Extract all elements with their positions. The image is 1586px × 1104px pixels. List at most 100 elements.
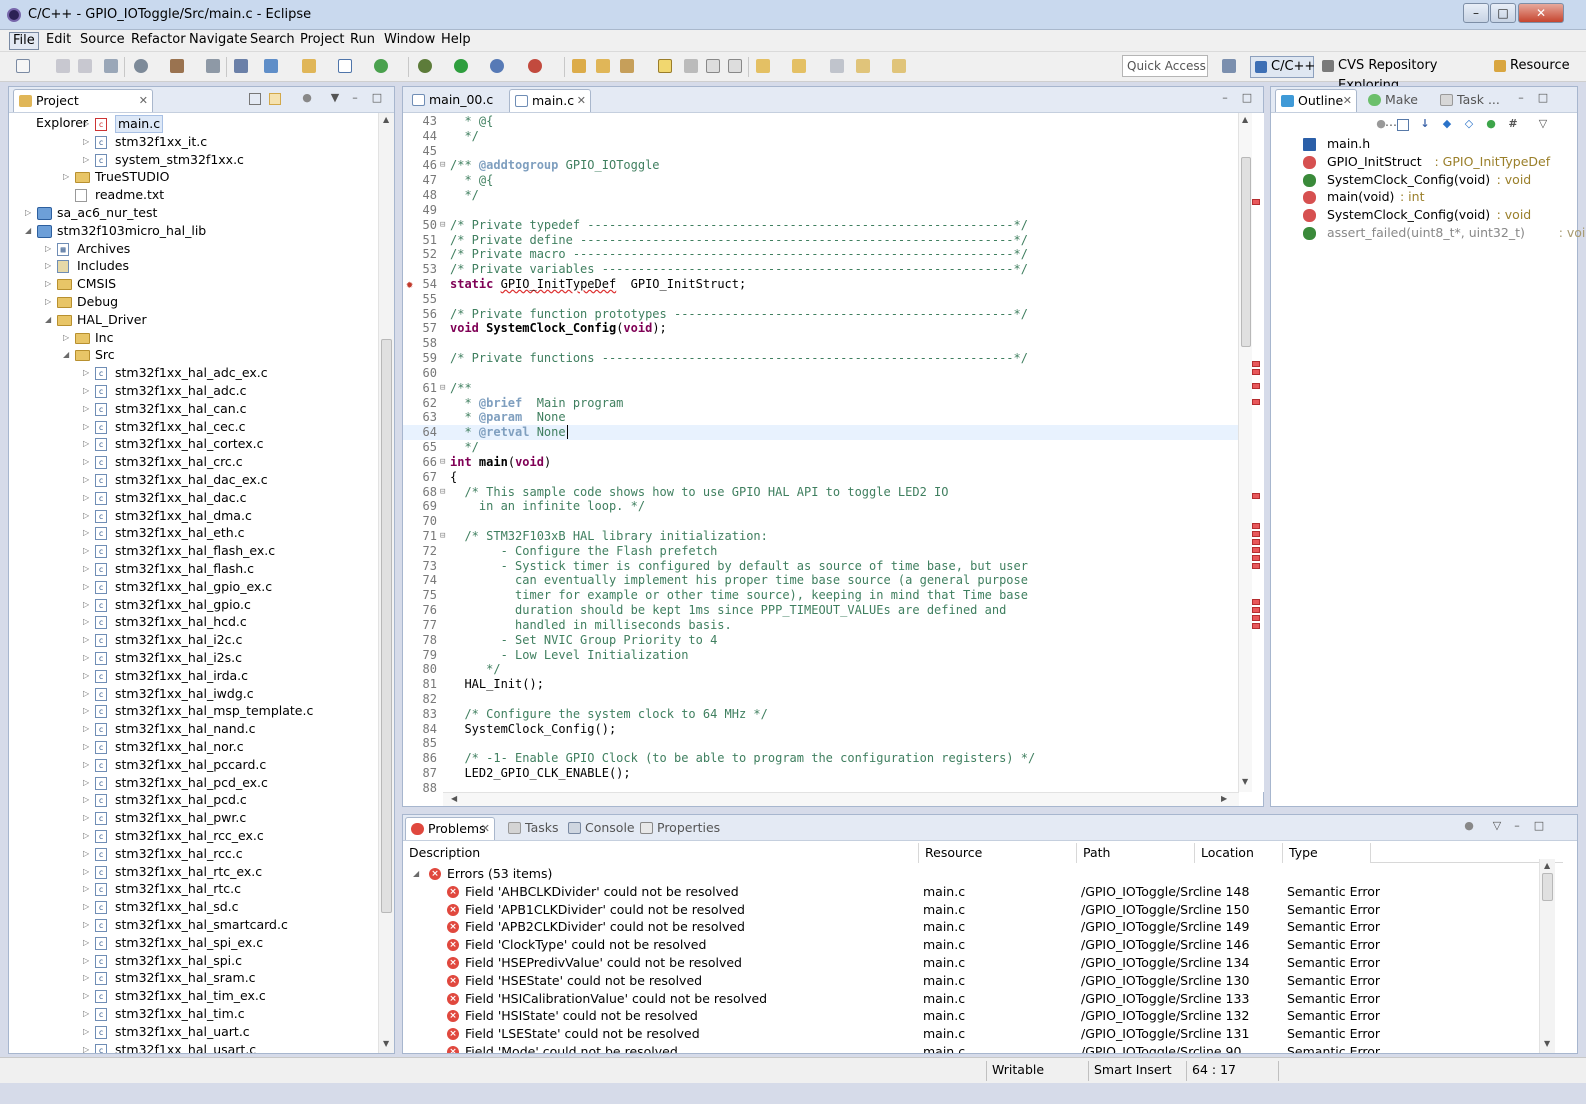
tree-item[interactable]: ▷ c stm32f1xx_hal_tim.c [9,1005,369,1023]
column-type[interactable]: Type [1283,843,1371,863]
twisty-closed-icon[interactable]: ▷ [83,382,92,400]
tree-item[interactable]: ▷ sa_ac6_nur_test [9,204,369,222]
scroll-up-icon[interactable]: ▲ [383,115,389,124]
tree-item[interactable]: ▷ c stm32f1xx_hal_cortex.c [9,435,369,453]
tree-item[interactable]: ▷ c stm32f1xx_hal_pccard.c [9,756,369,774]
editor-hscrollbar[interactable]: ◀ ▶ [443,792,1239,806]
highlight-icon[interactable] [684,59,698,73]
filter-icon[interactable]: ● [301,92,313,105]
toggle-mark-icon[interactable] [658,59,672,73]
tree-item[interactable]: ▷ c stm32f1xx_hal_rcc_ex.c [9,827,369,845]
code-line[interactable]: 67 { [403,470,1239,485]
scroll-down-icon[interactable]: ▼ [383,1039,389,1048]
tree-item[interactable]: ▷ c stm32f1xx_hal_can.c [9,400,369,418]
close-tab-icon[interactable]: ✕ [139,90,148,112]
minimize-view-icon[interactable]: – [349,92,361,105]
view-menu-icon[interactable]: ▽ [1491,820,1503,833]
problem-row[interactable]: × Field 'HSEState' could not be resolved m… [403,972,1539,990]
menu-refactor[interactable]: Refactor [128,32,189,50]
show-whitespace-icon[interactable] [728,59,742,73]
error-marker[interactable] [1252,199,1260,205]
fold-toggle-icon[interactable]: ⊟ [440,529,445,544]
view-menu-icon[interactable]: ▼ [329,92,341,105]
outline-item[interactable]: main(void): int [1271,188,1571,206]
twisty-closed-icon[interactable]: ▷ [83,115,92,133]
tree-item[interactable]: ▷ c stm32f1xx_hal_dac.c [9,489,369,507]
problems-group-row[interactable]: ◢ × Errors (53 items) [403,865,1539,883]
maximize-view-icon[interactable]: □ [1537,92,1549,105]
maximize-view-icon[interactable]: □ [1533,820,1545,833]
twisty-closed-icon[interactable]: ▷ [83,435,92,453]
twisty-closed-icon[interactable]: ▷ [83,685,92,703]
fold-toggle-icon[interactable]: ⊟ [440,485,445,500]
twisty-closed-icon[interactable]: ▷ [83,507,92,525]
menu-search[interactable]: Search [247,32,298,50]
menu-project[interactable]: Project [297,32,347,50]
error-marker[interactable] [1252,369,1260,375]
new-icon[interactable] [16,59,30,73]
tree-item[interactable]: ▷ CMSIS [9,275,369,293]
tree-item[interactable]: ▷ c stm32f1xx_hal_msp_template.c [9,702,369,720]
code-line[interactable]: 78 - Set NVIC Group Priority to 4 [403,633,1239,648]
code-line[interactable]: 68 ⊟ /* This sample code shows how to use… [403,485,1239,500]
tree-item[interactable]: ▷ c stm32f1xx_hal_flash_ex.c [9,542,369,560]
twisty-closed-icon[interactable]: ▷ [83,489,92,507]
sync-icon[interactable]: ● [1375,118,1387,131]
link-editor-icon[interactable] [269,93,281,105]
tree-item[interactable]: ▷ c stm32f1xx_hal_sram.c [9,969,369,987]
twisty-closed-icon[interactable]: ▷ [83,133,92,151]
tree-item[interactable]: ▷ c stm32f1xx_hal_nor.c [9,738,369,756]
tree-item[interactable]: ▷ c stm32f1xx_hal_crc.c [9,453,369,471]
twisty-closed-icon[interactable]: ▷ [83,845,92,863]
tab-properties[interactable]: Properties [635,817,720,840]
error-marker[interactable] [1252,361,1260,367]
minimize-view-icon[interactable]: – [1515,92,1527,105]
fold-toggle-icon[interactable]: ⊟ [440,158,445,173]
error-marker[interactable] [1252,539,1260,545]
column-path[interactable]: Path [1077,843,1195,863]
twisty-closed-icon[interactable]: ▷ [83,969,92,987]
code-line[interactable]: 82 [403,692,1239,707]
tree-item[interactable]: ▷ c stm32f1xx_hal_rtc.c [9,880,369,898]
twisty-closed-icon[interactable]: ▷ [83,720,92,738]
build-settings-icon[interactable] [134,59,148,73]
code-line[interactable]: 76 duration should be kept 1ms since PPP… [403,603,1239,618]
editor-scroll-thumb[interactable] [1241,157,1251,347]
twisty-closed-icon[interactable]: ▷ [63,329,72,347]
code-line[interactable]: 54 ✹ static GPIO_InitTypeDef GPIO_InitStru… [403,277,1239,292]
tree-item[interactable]: ▷ c stm32f1xx_hal_adc.c [9,382,369,400]
problem-row[interactable]: × Field 'HSEPredivValue' could not be res… [403,954,1539,972]
tree-item[interactable]: ▷ c stm32f1xx_hal_rtc_ex.c [9,863,369,881]
explorer-scrollbar[interactable]: ▲ ▼ [378,113,394,1053]
code-line[interactable]: 71 ⊟ /* STM32F103xB HAL library initializ… [403,529,1239,544]
tree-item[interactable]: ▷ c stm32f1xx_hal_pcd.c [9,791,369,809]
problem-row[interactable]: × Field 'AHBCLKDivider' could not be reso… [403,883,1539,901]
code-line[interactable]: 64 * @retval None [403,425,1239,441]
error-marker[interactable] [1252,383,1260,389]
tree-item[interactable]: ▷ Includes [9,257,369,275]
twisty-closed-icon[interactable]: ▷ [45,293,54,311]
twisty-open-icon[interactable]: ◢ [45,311,54,329]
scroll-left-icon[interactable]: ◀ [451,794,457,803]
twisty-closed-icon[interactable]: ▷ [83,1023,92,1041]
fold-toggle-icon[interactable]: ⊟ [440,455,445,470]
print-icon[interactable] [104,59,118,73]
error-marker[interactable] [1252,615,1260,621]
twisty-closed-icon[interactable]: ▷ [63,168,72,186]
new-folder-icon[interactable] [302,59,316,73]
last-edit-icon[interactable] [830,59,844,73]
code-line[interactable]: 80 */ [403,662,1239,677]
maximize-button[interactable]: □ [1490,3,1516,23]
tree-item[interactable]: ▷ c stm32f1xx_hal_gpio.c [9,596,369,614]
error-marker[interactable] [1252,493,1260,499]
code-editor[interactable]: 43 * @{44 */45 46 ⊟/** @addtogroup GPIO_IO… [403,113,1239,792]
twisty-closed-icon[interactable]: ▷ [83,471,92,489]
perspective-cpp[interactable]: C/C++ [1250,56,1315,78]
problem-row[interactable]: × Field 'HSIState' could not be resolved m… [403,1007,1539,1025]
twisty-closed-icon[interactable]: ▷ [25,204,34,222]
tree-item[interactable]: ◢ stm32f103micro_hal_lib [9,222,369,240]
build-icon[interactable] [170,59,184,73]
tree-item[interactable]: ▷ c stm32f1xx_hal_spi_ex.c [9,934,369,952]
code-line[interactable]: 45 [403,144,1239,159]
error-marker[interactable] [1252,563,1260,569]
